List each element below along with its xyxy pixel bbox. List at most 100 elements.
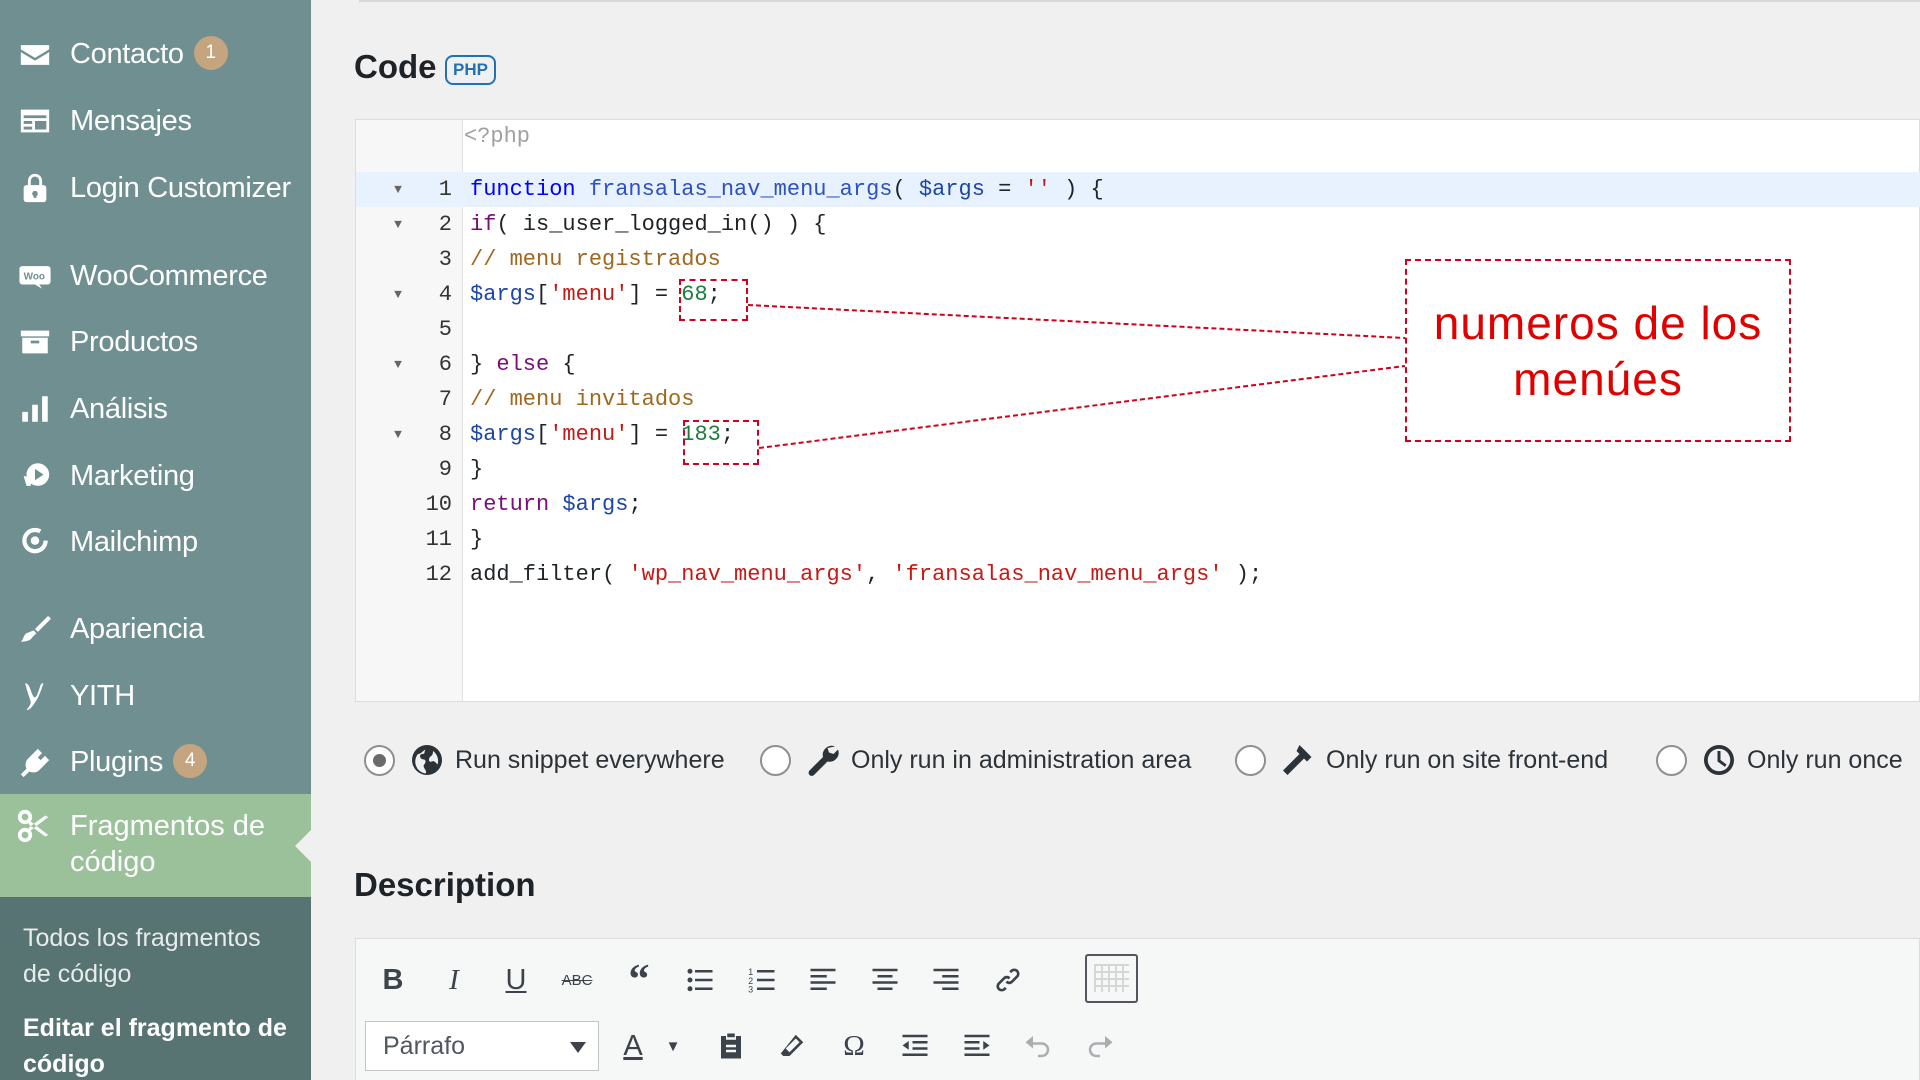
- code-line-text: }: [470, 457, 484, 482]
- code-line-text: }: [470, 527, 484, 552]
- scope-option-front-end[interactable]: Only run on site front-end: [1235, 737, 1608, 783]
- bullet-list-icon[interactable]: [679, 959, 721, 1001]
- sidebar-item-label: Análisis: [70, 392, 168, 425]
- fold-arrow-icon[interactable]: ▼: [391, 417, 405, 452]
- messages-icon: [16, 102, 54, 140]
- description-section-title: Description: [354, 866, 536, 903]
- scope-option-everywhere[interactable]: Run snippet everywhere: [364, 737, 725, 783]
- paste-text-icon[interactable]: [710, 1025, 752, 1067]
- sidebar-item-login-customizer[interactable]: Login Customizer: [0, 157, 311, 219]
- scope-option-admin[interactable]: Only run in administration area: [760, 737, 1191, 783]
- blockquote-icon[interactable]: “: [618, 957, 660, 1003]
- fold-arrow-icon[interactable]: ▼: [391, 277, 405, 312]
- option-label: Run snippet everywhere: [455, 745, 725, 774]
- svg-text:3: 3: [748, 985, 753, 995]
- code-line[interactable]: 11}: [356, 522, 1920, 557]
- option-label: Only run on site front-end: [1326, 745, 1609, 774]
- sidebar-item-woocommerce[interactable]: Woo WooCommerce: [0, 245, 311, 307]
- sidebar-item-plugins[interactable]: Plugins 4: [0, 732, 311, 794]
- plugin-icon: [16, 744, 54, 782]
- sidebar-item-mensajes[interactable]: Mensajes: [0, 90, 311, 152]
- description-editor[interactable]: B I U ABC “ 123 Párrafo A ▼ Ω: [355, 938, 1920, 1080]
- code-line[interactable]: ▼ 2 if( is_user_logged_in() ) {: [356, 207, 1920, 242]
- underline-icon[interactable]: U: [495, 959, 537, 1001]
- sidebar-item-label: Login Customizer: [70, 171, 291, 204]
- strikethrough-icon[interactable]: ABC: [556, 959, 598, 1001]
- text-color-icon[interactable]: A: [612, 1025, 654, 1067]
- update-count-badge: 4: [173, 744, 208, 779]
- link-icon[interactable]: [987, 959, 1029, 1001]
- highlight-box-menu-68: [679, 279, 748, 321]
- sidebar-item-label: Marketing: [70, 459, 195, 492]
- scope-option-once[interactable]: Only run once: [1656, 737, 1903, 783]
- code-line-text: return $args;: [470, 492, 642, 517]
- indent-icon[interactable]: [956, 1025, 998, 1067]
- sidebar-item-label: YITH: [70, 679, 135, 712]
- outdent-icon[interactable]: [894, 1025, 936, 1067]
- php-open-tag: <?php: [464, 124, 531, 149]
- archive-icon: [16, 323, 54, 361]
- yith-icon: [16, 677, 54, 715]
- radio-button[interactable]: [760, 744, 791, 776]
- italic-icon[interactable]: I: [433, 959, 475, 1001]
- clock-icon: [1701, 742, 1737, 778]
- clear-formatting-icon[interactable]: [771, 1025, 813, 1067]
- submenu-item-todos-los-fragmentos[interactable]: Todos los fragmentos de código: [23, 920, 293, 992]
- sidebar-item-marketing[interactable]: Marketing: [0, 445, 311, 507]
- kitchen-sink-icon[interactable]: [1085, 954, 1138, 1003]
- option-label: Only run in administration area: [851, 745, 1192, 774]
- bold-icon[interactable]: B: [372, 959, 414, 1001]
- sidebar-item-fragmentos-de-codigo[interactable]: Fragmentos de código: [0, 794, 311, 897]
- notification-badge: 1: [193, 36, 228, 71]
- align-left-icon[interactable]: [802, 959, 844, 1001]
- sidebar-item-label: Productos: [70, 325, 198, 358]
- envelope-icon: [16, 36, 54, 74]
- fold-arrow-icon[interactable]: ▼: [391, 172, 405, 207]
- code-line[interactable]: 9}: [356, 452, 1920, 487]
- special-character-icon[interactable]: Ω: [833, 1025, 875, 1067]
- sidebar-item-label: Plugins: [70, 745, 164, 778]
- align-right-icon[interactable]: [925, 959, 967, 1001]
- sidebar-item-analisis[interactable]: Análisis: [0, 378, 311, 440]
- main-content: Code PHP <?php ▼ 1 function fransalas_nav_…: [311, 0, 1920, 1080]
- sidebar-item-contacto[interactable]: Contacto 1: [0, 24, 311, 86]
- svg-text:Woo: Woo: [24, 272, 45, 283]
- code-comment: // menu invitados: [470, 387, 695, 412]
- wrench-icon: [805, 742, 841, 778]
- code-line-text: if( is_user_logged_in() ) {: [470, 212, 827, 237]
- numbered-list-icon[interactable]: 123: [741, 959, 783, 1001]
- paragraph-format-select[interactable]: Párrafo: [365, 1021, 599, 1071]
- sidebar-submenu: Todos los fragmentos de código Editar el…: [0, 897, 311, 1080]
- code-line[interactable]: 12 add_filter( 'wp_nav_menu_args', 'frans…: [356, 557, 1920, 592]
- align-center-icon[interactable]: [864, 959, 906, 1001]
- sidebar-item-apariencia[interactable]: Apariencia: [0, 598, 311, 660]
- php-badge: PHP: [445, 55, 496, 85]
- lock-icon: [16, 169, 54, 207]
- sidebar-item-label: Contacto: [70, 37, 184, 70]
- code-comment: // menu registrados: [470, 247, 721, 272]
- sidebar-item-mailchimp[interactable]: Mailchimp: [0, 511, 311, 573]
- fold-arrow-icon[interactable]: ▼: [391, 347, 405, 382]
- code-line[interactable]: 10 return $args;: [356, 487, 1920, 522]
- sidebar-item-productos[interactable]: Productos: [0, 311, 311, 373]
- submenu-item-editar-fragmento[interactable]: Editar el fragmento de código: [23, 1010, 293, 1080]
- woo-icon: Woo: [16, 257, 54, 295]
- sidebar-item-label: Mensajes: [70, 104, 192, 137]
- code-line-text: add_filter( 'wp_nav_menu_args', 'fransal…: [470, 562, 1263, 587]
- code-line[interactable]: ▼ 1 function fransalas_nav_menu_args( $arg…: [356, 172, 1920, 207]
- radio-button[interactable]: [1235, 744, 1266, 776]
- radio-button[interactable]: [1656, 744, 1687, 776]
- bar-chart-icon: [16, 390, 54, 428]
- current-page-indicator: [295, 830, 311, 862]
- hammer-icon: [1280, 742, 1316, 778]
- code-line-text: function fransalas_nav_menu_args( $args …: [470, 177, 1104, 202]
- radio-button[interactable]: [364, 744, 395, 776]
- annotation-text: numeros de los menúes: [1433, 296, 1763, 405]
- sidebar-item-yith[interactable]: YITH: [0, 665, 311, 727]
- redo-icon[interactable]: [1079, 1025, 1121, 1067]
- code-section-title: Code: [354, 48, 437, 85]
- fold-arrow-icon[interactable]: ▼: [391, 207, 405, 242]
- admin-sidebar: Contacto 1 Mensajes Login Customizer Woo …: [0, 0, 311, 1080]
- text-color-dropdown-icon[interactable]: ▼: [652, 1025, 694, 1067]
- undo-icon[interactable]: [1017, 1025, 1059, 1067]
